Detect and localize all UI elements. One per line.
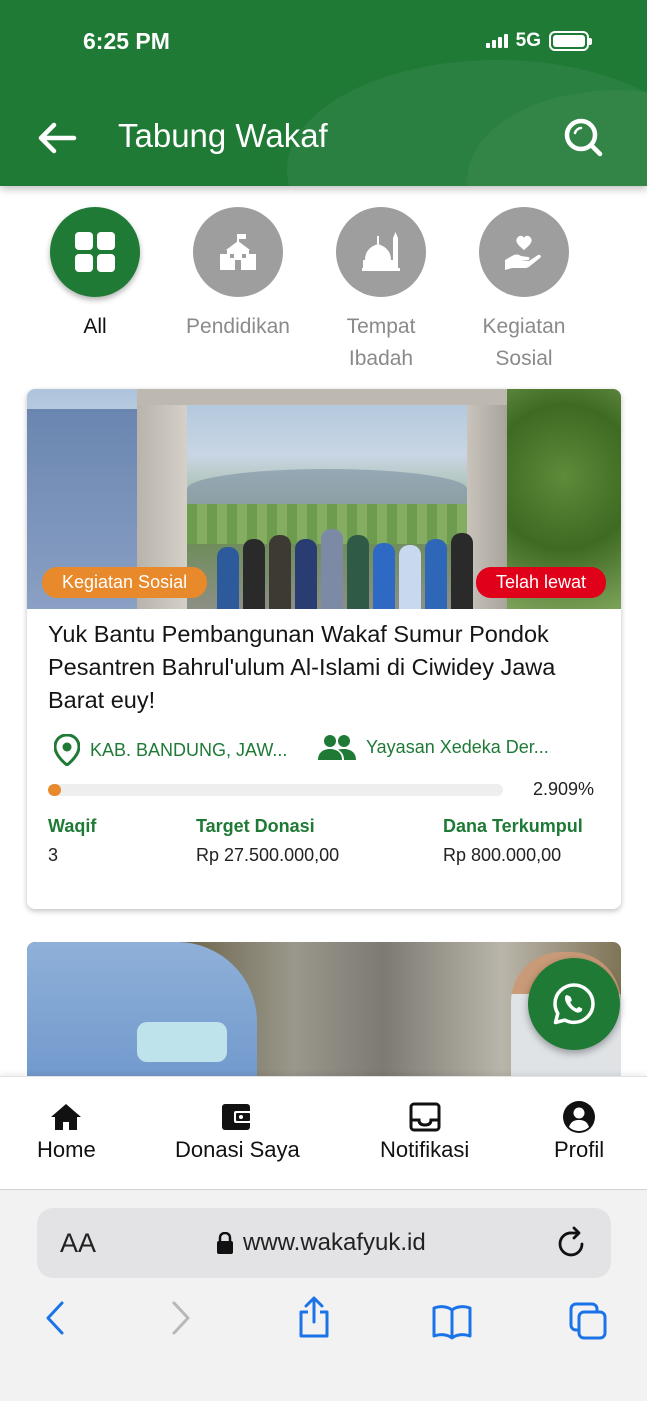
organizer-text: Yayasan Xedeka Der... [366,736,549,757]
category-all[interactable]: All [35,207,155,343]
category-kegiatan-sosial[interactable]: Kegiatan Sosial [464,207,584,375]
progress-fill [48,784,62,796]
tabs-button[interactable] [569,1302,607,1345]
bottom-navigation: Home Donasi Saya Notifikasi Profil [0,1076,647,1189]
school-icon [220,234,256,270]
inbox-icon [409,1102,441,1132]
lock-icon [217,1232,233,1254]
progress-bar [48,784,503,796]
text-size-button[interactable]: AA [60,1228,96,1259]
share-button[interactable] [297,1296,331,1343]
location-text: KAB. BANDUNG, JAW... [90,739,288,760]
whatsapp-button[interactable] [528,958,620,1050]
reload-button[interactable] [557,1226,587,1263]
category-label: Kegiatan Sosial [482,315,566,370]
category-label: All [83,315,107,338]
chevron-right-icon [172,1301,190,1335]
book-icon [432,1305,472,1340]
reload-icon [558,1226,584,1257]
people-icon [318,735,356,760]
category-label: Tempat Ibadah [346,315,416,370]
category-tempat-ibadah[interactable]: Tempat Ibadah [321,207,441,375]
category-label: Pendidikan [186,315,290,338]
campaign-card[interactable]: Kegiatan Sosial Telah lewat Yuk Bantu Pe… [27,389,621,909]
search-button[interactable] [560,114,606,160]
search-icon [564,118,603,157]
status-indicators: 5G [485,30,592,52]
share-icon [299,1296,329,1338]
bookmarks-button[interactable] [431,1304,473,1345]
tabs-icon [569,1302,607,1340]
category-badge: Kegiatan Sosial [42,567,208,598]
app-header: 6:25 PM 5G Tabung Wakaf [0,0,647,186]
address-bar[interactable]: AA www.wakafyuk.id [37,1208,611,1278]
page-title: Tabung Wakaf [118,117,328,154]
chevron-left-icon [46,1301,64,1335]
campaign-organizer: Yayasan Xedeka Der... [318,734,549,760]
wallet-icon [222,1104,253,1130]
back-button[interactable] [32,114,80,162]
nav-donasi-saya[interactable]: Donasi Saya [175,1099,300,1163]
back-arrow-icon [38,122,77,154]
nav-notifikasi[interactable]: Notifikasi [380,1099,469,1163]
nav-home[interactable]: Home [37,1099,96,1163]
battery-icon [549,31,592,51]
profile-icon [563,1101,596,1133]
campaign-title: Yuk Bantu Pembangunan Wakaf Sumur Pondok… [48,621,556,713]
charity-hand-icon [505,235,541,270]
signal-icon [485,34,508,48]
progress-percent: 2.909% [532,779,594,799]
category-pendidikan[interactable]: Pendidikan [178,207,298,343]
stat-collected: Dana Terkumpul Rp 800.000,00 [443,816,583,865]
browser-forward-button[interactable] [168,1300,194,1341]
status-time: 6:25 PM [83,28,170,54]
status-badge: Telah lewat [475,567,606,598]
campaign-image: Kegiatan Sosial Telah lewat [27,389,621,609]
browser-toolbar: AA www.wakafyuk.id [0,1189,647,1401]
stat-target: Target Donasi Rp 27.500.000,00 [196,816,340,865]
campaign-location: KAB. BANDUNG, JAW... [54,734,287,766]
nav-profil[interactable]: Profil [554,1099,604,1163]
whatsapp-icon [553,983,595,1025]
grid-icon [75,232,115,272]
browser-back-button[interactable] [42,1300,68,1341]
network-label: 5G [515,30,541,51]
mosque-icon [362,232,400,271]
stat-waqif: Waqif 3 [48,816,97,865]
url-display[interactable]: www.wakafyuk.id [217,1229,426,1257]
home-icon [51,1104,82,1130]
location-pin-icon [54,734,80,766]
